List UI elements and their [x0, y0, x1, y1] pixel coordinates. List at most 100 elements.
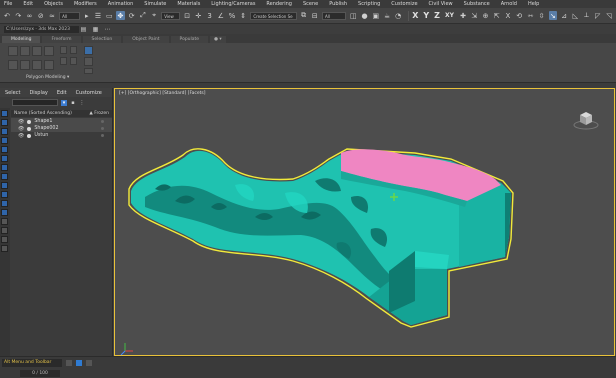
maxscript-listener-field[interactable]: Alt Menu and Toolbar	[2, 359, 62, 367]
distance-tool-icon[interactable]: ⟂	[582, 11, 590, 20]
filter-lights-icon[interactable]	[1, 128, 8, 135]
se-menu-customize[interactable]: Customize	[76, 90, 102, 96]
filter-icon[interactable]: ▾	[61, 99, 67, 106]
se-menu-select[interactable]: Select	[5, 90, 20, 96]
axis-z-button[interactable]: Z	[434, 11, 440, 20]
ribbon-button[interactable]	[84, 57, 93, 66]
rectangular-selection-icon[interactable]: ▭	[105, 11, 113, 20]
axis-x-button[interactable]: X	[412, 11, 418, 20]
lock-icon[interactable]: ▪	[70, 100, 76, 106]
tab-populate[interactable]: Populate	[170, 36, 209, 43]
menu-civil-view[interactable]: Civil View	[429, 1, 453, 7]
filter-spacewarps-icon[interactable]	[1, 155, 8, 162]
angle-tool-icon[interactable]: ◺	[571, 11, 579, 20]
menu-modifiers[interactable]: Modifiers	[74, 1, 97, 7]
menu-materials[interactable]: Materials	[177, 1, 200, 7]
filter-geometry-icon[interactable]	[1, 110, 8, 117]
frozen-toggle[interactable]	[101, 127, 104, 130]
select-scale-icon[interactable]: ⤢	[139, 11, 147, 20]
unlink-icon[interactable]: ⊘	[37, 11, 45, 20]
percent-snap-icon[interactable]: %	[228, 11, 236, 20]
bind-space-warp-icon[interactable]: ≈	[48, 11, 56, 20]
tab-object-paint[interactable]: Object Paint	[123, 36, 169, 43]
measure-icon[interactable]: ⊿	[560, 11, 568, 20]
options-icon[interactable]: ⋮	[79, 100, 85, 106]
sort-icon[interactable]	[1, 245, 8, 252]
filter-xrefs-icon[interactable]	[1, 173, 8, 180]
visibility-eye-icon[interactable]: 👁	[18, 133, 24, 139]
ribbon-button[interactable]	[32, 46, 42, 56]
list-item[interactable]: 👁 Ustun	[11, 132, 112, 139]
filter-select[interactable]: All	[59, 11, 80, 20]
ribbon-button[interactable]	[8, 60, 18, 70]
display-none-icon[interactable]	[1, 227, 8, 234]
viewport-orthographic[interactable]: [+] [Orthographic] [Standard] [Facets]	[114, 88, 615, 356]
material-editor-icon[interactable]: ●	[360, 11, 368, 20]
list-item[interactable]: 👁 Shape002	[11, 125, 112, 132]
select-object-icon[interactable]: ▸	[83, 11, 91, 20]
list-item[interactable]: 👁 Shape1	[11, 118, 112, 125]
project-settings-icon[interactable]: ▦	[91, 25, 100, 34]
filter-frozen-icon[interactable]	[1, 200, 8, 207]
ribbon-button[interactable]	[84, 68, 93, 74]
frozen-toggle[interactable]	[101, 134, 104, 137]
polygon-modeling-panel-label[interactable]: Polygon Modeling ▾	[26, 75, 69, 80]
project-path-field[interactable]: C:\Users\zyx · 3ds Max 2023	[4, 25, 79, 33]
local-axis-icon[interactable]: ⇱	[493, 11, 501, 20]
frozen-toggle[interactable]	[101, 120, 104, 123]
menu-animation[interactable]: Animation	[108, 1, 134, 7]
render-setup-icon[interactable]: ◫	[349, 11, 357, 20]
time-slider-counter[interactable]: 0 / 100	[20, 370, 60, 377]
align-icon[interactable]: ⊟	[311, 11, 319, 20]
carved-bracket-model[interactable]	[115, 89, 616, 357]
snaps-toggle-icon[interactable]: 3	[205, 11, 213, 20]
menu-edit[interactable]: Edit	[23, 1, 33, 7]
render-production-icon[interactable]: ☕	[383, 11, 391, 20]
corner-tool-icon[interactable]: ◹	[605, 11, 613, 20]
menu-scripting[interactable]: Scripting	[358, 1, 380, 7]
menu-help[interactable]: Help	[528, 1, 539, 7]
ribbon-button[interactable]	[20, 46, 30, 56]
link-icon[interactable]: ∞	[25, 11, 33, 20]
filter-groups-icon[interactable]	[1, 164, 8, 171]
select-move-icon[interactable]: ✥	[116, 11, 125, 20]
ribbon-button[interactable]	[60, 46, 67, 54]
menu-file[interactable]: File	[4, 1, 12, 7]
undo-icon[interactable]: ↶	[3, 11, 11, 20]
scale-y-icon[interactable]: ⇳	[538, 11, 546, 20]
selection-filter-select[interactable]: All	[321, 11, 347, 20]
display-all-icon[interactable]	[1, 218, 8, 225]
menu-simulate[interactable]: Simulate	[144, 1, 166, 7]
move-keyboard-icon[interactable]: ⇲	[470, 11, 478, 20]
ribbon-button[interactable]	[32, 60, 42, 70]
menu-publish[interactable]: Publish	[329, 1, 347, 7]
pivot-center-icon[interactable]: ⊡	[183, 11, 191, 20]
ribbon-button[interactable]	[8, 46, 18, 56]
named-selection-set-select[interactable]: Create Selection Se	[250, 11, 297, 20]
placement-icon[interactable]: ⌖	[150, 11, 158, 20]
maxscript-icon[interactable]	[66, 360, 72, 366]
status-options-icon[interactable]	[86, 360, 92, 366]
snap-tool-icon[interactable]: ↘	[548, 11, 557, 20]
project-folder-icon[interactable]: ▤	[79, 25, 88, 34]
select-by-name-icon[interactable]: ☰	[94, 11, 102, 20]
rotate-toggle-icon[interactable]: ⟲	[515, 11, 523, 20]
ribbon-button[interactable]	[84, 46, 93, 55]
reference-coordinate-select[interactable]: View	[161, 11, 181, 20]
filter-shapes-icon[interactable]	[1, 119, 8, 126]
axis-xy-button[interactable]: XY	[445, 12, 454, 19]
menu-objects[interactable]: Objects	[44, 1, 63, 7]
menu-substance[interactable]: Substance	[464, 1, 490, 7]
se-menu-edit[interactable]: Edit	[57, 90, 67, 96]
menu-scene[interactable]: Scene	[303, 1, 318, 7]
menu-arnold[interactable]: Arnold	[501, 1, 517, 7]
menu-rendering[interactable]: Rendering	[266, 1, 292, 7]
ribbon-button[interactable]	[44, 60, 54, 70]
column-name-header[interactable]: Name (Sorted Ascending)	[14, 111, 72, 116]
invert-display-icon[interactable]	[1, 236, 8, 243]
redo-icon[interactable]: ↷	[14, 11, 22, 20]
mirror-icon[interactable]: ⧉	[300, 11, 308, 20]
search-input[interactable]	[12, 99, 58, 106]
reset-xform-icon[interactable]: X	[504, 11, 512, 20]
tab-modeling[interactable]: Modeling	[2, 36, 41, 43]
